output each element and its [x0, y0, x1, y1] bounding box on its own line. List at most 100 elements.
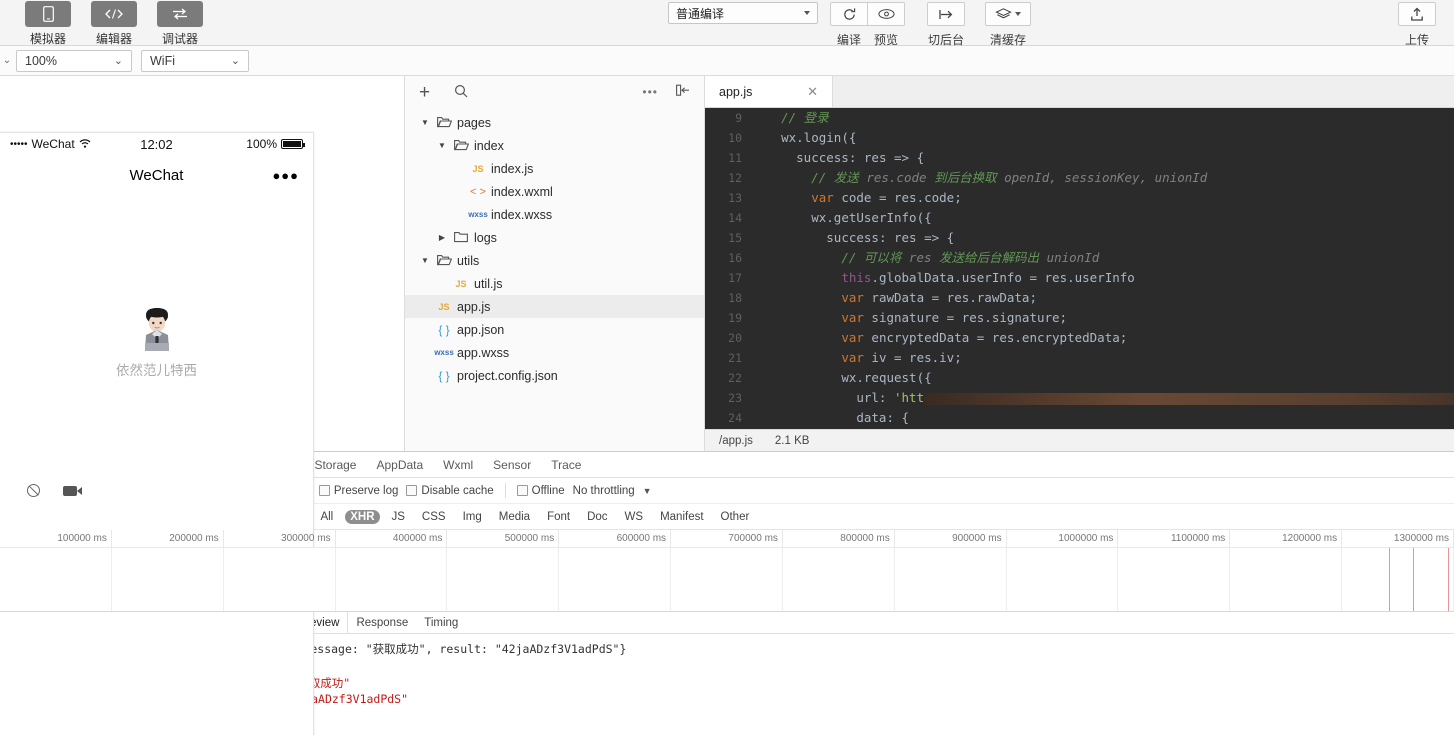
file-tree-item-app-wxss[interactable]: ▶wxssapp.wxss: [405, 341, 704, 364]
preserve-log-checkbox[interactable]: [318, 485, 330, 496]
timeline-tick: 1100000 ms: [1118, 530, 1231, 547]
clear-cache-button[interactable]: 清缓存: [985, 2, 1031, 48]
more-options-icon[interactable]: •••: [642, 85, 658, 99]
phone-nav-bar: WeChat ●●●: [0, 155, 313, 195]
detail-tab-response[interactable]: Response: [348, 612, 416, 633]
clear-requests-icon[interactable]: [27, 484, 40, 497]
offline-checkbox[interactable]: [516, 485, 528, 496]
add-file-icon[interactable]: +: [419, 83, 430, 102]
code-line: 14 wx.getUserInfo({: [705, 208, 1454, 228]
chevron-down-icon[interactable]: ▼: [436, 141, 448, 150]
editor-tab-app-js[interactable]: app.js ✕: [705, 76, 833, 107]
file-tree-item-app-json[interactable]: ▶ { } app.json: [405, 318, 704, 341]
preview-button[interactable]: 预览: [867, 2, 905, 48]
filter-type-media[interactable]: Media: [494, 510, 535, 524]
filter-type-ws[interactable]: WS: [620, 510, 649, 524]
zoom-select[interactable]: 100% ⌄: [16, 49, 132, 72]
filter-type-img[interactable]: Img: [458, 510, 487, 524]
debugger-toggle-button[interactable]: 调试器: [154, 0, 206, 47]
compile-button[interactable]: 编译: [830, 2, 868, 48]
filter-type-other[interactable]: Other: [716, 510, 755, 524]
filter-type-font[interactable]: Font: [542, 510, 575, 524]
battery-percent-label: 100%: [246, 137, 277, 151]
file-tree-item-index-wxss[interactable]: ▶wxssindex.wxss: [405, 203, 704, 226]
file-tree-item-pages[interactable]: ▼ pages: [405, 111, 704, 134]
line-number: 18: [705, 288, 751, 308]
code-line: 13 var code = res.code;: [705, 188, 1454, 208]
spacer: ▶: [419, 348, 431, 357]
file-tree-item-index[interactable]: ▼ index: [405, 134, 704, 157]
timeline-cell: [447, 548, 560, 611]
editor-toggle-button[interactable]: 编辑器: [88, 0, 140, 47]
code-text: var signature = res.signature;: [841, 310, 1068, 325]
filter-type-css[interactable]: CSS: [417, 510, 451, 524]
line-number: 9: [705, 108, 751, 128]
upload-button[interactable]: 上传: [1398, 2, 1436, 48]
preview-summary-row[interactable]: ▼ {code: "1", message: "获取成功", result: "…: [208, 641, 1454, 659]
disable-cache-checkbox[interactable]: [406, 485, 418, 496]
close-icon[interactable]: ✕: [807, 84, 818, 100]
more-menu-icon[interactable]: ●●●: [272, 168, 299, 183]
chevron-right-icon[interactable]: ▶: [436, 233, 448, 242]
simulator-toggle-button[interactable]: 模拟器: [22, 0, 74, 47]
chevron-down-icon[interactable]: ▼: [643, 486, 652, 496]
timeline-cell: [336, 548, 448, 611]
offline-label: Offline: [531, 484, 565, 497]
filter-type-js[interactable]: JS: [387, 510, 410, 524]
detail-tab-timing[interactable]: Timing: [416, 612, 466, 633]
filter-type-xhr[interactable]: XHR: [345, 509, 380, 524]
timeline-tick: 900000 ms: [895, 530, 1007, 547]
toolbar-center-group: 普通编译 编译 预览 切后台 清缓存: [668, 2, 1031, 48]
timeline-cell: [224, 548, 336, 611]
filter-type-all[interactable]: All: [315, 510, 338, 524]
file-tree-item-util-js[interactable]: ▶ JS util.js: [405, 272, 704, 295]
preserve-log-option[interactable]: Preserve log: [318, 485, 398, 497]
offline-option[interactable]: Offline: [516, 484, 565, 497]
json-file-icon: { }: [438, 322, 450, 337]
filter-type-manifest[interactable]: Manifest: [655, 510, 708, 524]
response-preview: ▼ {code: "1", message: "获取成功", result: "…: [200, 634, 1454, 735]
file-tree-item-project-config-json[interactable]: ▶ { } project.config.json: [405, 364, 704, 387]
chevron-down-icon[interactable]: ▼: [419, 256, 431, 265]
switch-background-icon: [927, 2, 965, 26]
file-tree-item-label: index.js: [491, 161, 534, 176]
phone-frame: ••••• WeChat 12:02 100% WeChat ●●● 依然范儿特…: [0, 132, 314, 735]
code-text: var code = res.code;: [811, 190, 962, 205]
file-explorer-pane: + ••• ▼ pages ▼ index ▶ JS index.js ▶ < > index.w…: [405, 76, 705, 451]
throttling-value[interactable]: No throttling: [573, 485, 635, 497]
request-marker: [1448, 548, 1450, 611]
devtools-tab-appdata[interactable]: AppData: [366, 452, 433, 477]
spacer: ▶: [419, 371, 431, 380]
code-text: success: res => {: [826, 230, 955, 245]
spacer: ▶: [453, 210, 465, 219]
file-tree-item-utils[interactable]: ▼ utils: [405, 249, 704, 272]
request-detail-tabs: ✕ HeadersPreviewResponseTiming: [200, 612, 1454, 634]
compile-mode-select[interactable]: 普通编译: [668, 2, 818, 24]
filter-type-doc[interactable]: Doc: [582, 510, 612, 524]
request-detail-pane: ✕ HeadersPreviewResponseTiming ▼ {code: …: [200, 612, 1454, 735]
search-icon[interactable]: [454, 84, 468, 101]
code-area[interactable]: 9 // 登录 10 wx.login({11 success: res => {…: [705, 108, 1454, 429]
devtools-tab-trace[interactable]: Trace: [541, 452, 591, 477]
file-tree-item-app-js[interactable]: ▶ JS app.js: [405, 295, 704, 318]
file-tree-item-index-js[interactable]: ▶ JS index.js: [405, 157, 704, 180]
wifi-icon: [79, 137, 91, 151]
code-text: var encryptedData = res.encryptedData;: [841, 330, 1128, 345]
network-type-select[interactable]: WiFi ⌄: [141, 49, 249, 72]
line-number: 23: [705, 388, 751, 408]
devtools-tab-wxml[interactable]: Wxml: [433, 452, 483, 477]
file-tree-item-logs[interactable]: ▶ logs: [405, 226, 704, 249]
capture-screenshots-icon[interactable]: [63, 485, 82, 496]
chevron-down-icon[interactable]: ▼: [419, 118, 431, 127]
preview-fields: code: "1"message: "获取成功"result: "42jaADz…: [208, 659, 1454, 707]
timeline-tick: 700000 ms: [671, 530, 783, 547]
code-line: 20 var encryptedData = res.encryptedData…: [705, 328, 1454, 348]
disable-cache-option[interactable]: Disable cache: [406, 485, 494, 497]
network-type-value: WiFi: [150, 53, 175, 68]
file-tree-item-label: logs: [474, 230, 497, 245]
file-tree-item-index-wxml[interactable]: ▶ < > index.wxml: [405, 180, 704, 203]
collapse-panel-icon[interactable]: [676, 84, 690, 100]
line-number: 22: [705, 368, 751, 388]
devtools-tab-sensor[interactable]: Sensor: [483, 452, 541, 477]
switch-background-button[interactable]: 切后台: [927, 2, 965, 48]
